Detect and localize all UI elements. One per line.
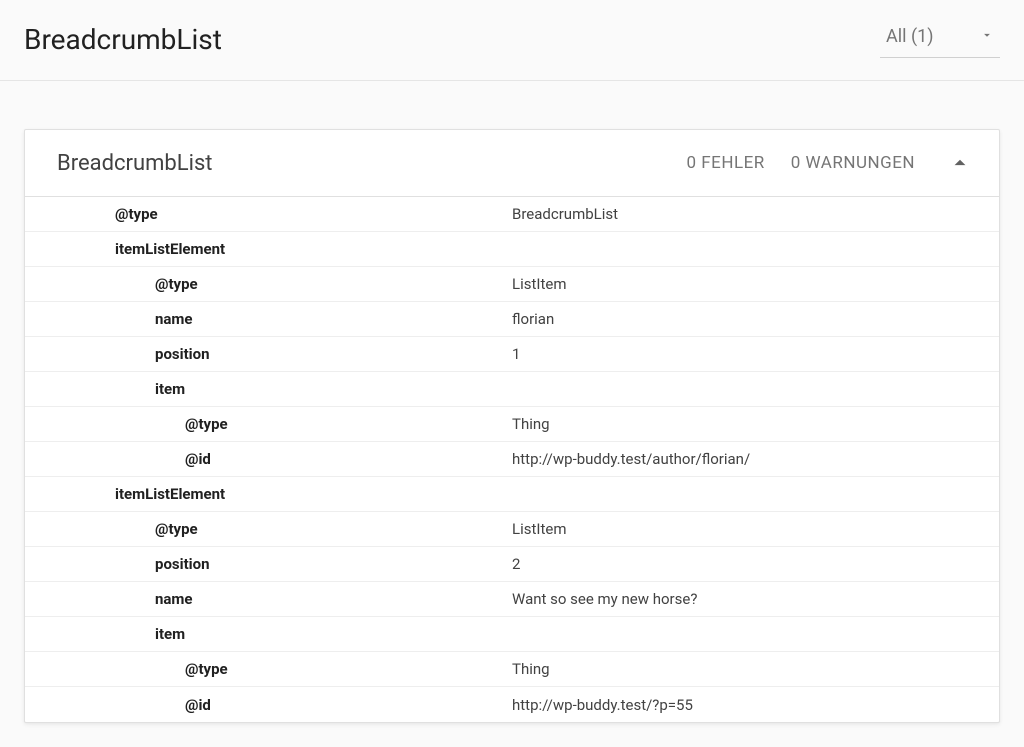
prop-key: @type <box>25 267 512 301</box>
table-row: name florian <box>25 302 999 337</box>
prop-val: Thing <box>512 652 999 686</box>
table-row: @id http://wp-buddy.test/author/florian/ <box>25 442 999 477</box>
prop-val <box>512 626 999 642</box>
prop-key: item <box>25 372 512 406</box>
prop-key: position <box>25 547 512 581</box>
filter-label: All (1) <box>886 26 934 47</box>
table-row: item <box>25 617 999 652</box>
prop-val: Want so see my new horse? <box>512 582 999 616</box>
table-row: name Want so see my new horse? <box>25 582 999 617</box>
prop-key: @id <box>25 442 512 476</box>
table-row: @id http://wp-buddy.test/?p=55 <box>25 687 999 722</box>
prop-key: itemListElement <box>25 232 512 266</box>
card-header[interactable]: BreadcrumbList 0 FEHLER 0 WARNUNGEN <box>25 130 999 197</box>
table-row: position 2 <box>25 547 999 582</box>
prop-val <box>512 381 999 397</box>
prop-key: name <box>25 582 512 616</box>
table-row: itemListElement <box>25 477 999 512</box>
prop-key: @type <box>25 652 512 686</box>
prop-val: ListItem <box>512 267 999 301</box>
table-row: @type Thing <box>25 407 999 442</box>
content-area: BreadcrumbList 0 FEHLER 0 WARNUNGEN @typ… <box>0 81 1024 747</box>
prop-key: itemListElement <box>25 477 512 511</box>
prop-val <box>512 241 999 257</box>
prop-val: Thing <box>512 407 999 441</box>
page-title: BreadcrumbList <box>24 23 222 56</box>
prop-key: position <box>25 337 512 371</box>
data-table: @type BreadcrumbList itemListElement @ty… <box>25 197 999 722</box>
table-row: item <box>25 372 999 407</box>
table-row: position 1 <box>25 337 999 372</box>
table-row: @type Thing <box>25 652 999 687</box>
prop-key: item <box>25 617 512 651</box>
prop-key: @type <box>25 407 512 441</box>
prop-val: 1 <box>512 337 999 371</box>
prop-val: BreadcrumbList <box>512 197 999 231</box>
prop-val: ListItem <box>512 512 999 546</box>
prop-val: 2 <box>512 547 999 581</box>
prop-key: @type <box>25 197 512 231</box>
prop-val <box>512 486 999 502</box>
prop-key: name <box>25 302 512 336</box>
table-row: @type ListItem <box>25 512 999 547</box>
card-stats: 0 FEHLER 0 WARNUNGEN <box>687 153 915 173</box>
table-row: @type ListItem <box>25 267 999 302</box>
result-card: BreadcrumbList 0 FEHLER 0 WARNUNGEN @typ… <box>24 129 1000 723</box>
prop-val: http://wp-buddy.test/author/florian/ <box>512 442 999 476</box>
prop-val: http://wp-buddy.test/?p=55 <box>512 688 999 722</box>
prop-key: @type <box>25 512 512 546</box>
chevron-up-icon <box>947 150 973 176</box>
prop-key: @id <box>25 688 512 722</box>
prop-val: florian <box>512 302 999 336</box>
filter-select[interactable]: All (1) <box>880 20 1000 58</box>
caret-down-icon <box>980 26 994 47</box>
card-title: BreadcrumbList <box>57 151 687 176</box>
top-bar: BreadcrumbList All (1) <box>0 0 1024 81</box>
warnings-count: 0 WARNUNGEN <box>791 153 915 173</box>
errors-count: 0 FEHLER <box>687 153 765 173</box>
table-row: itemListElement <box>25 232 999 267</box>
table-row: @type BreadcrumbList <box>25 197 999 232</box>
